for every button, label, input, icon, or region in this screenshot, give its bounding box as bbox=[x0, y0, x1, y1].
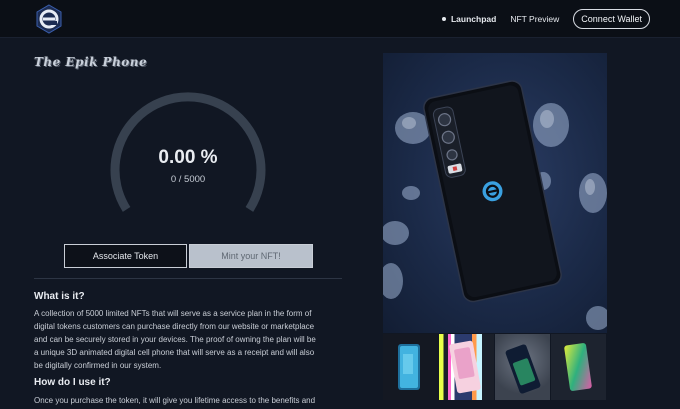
body-line: A collection of 5000 limited NFTs that w… bbox=[34, 309, 312, 318]
nav-launchpad-label: Launchpad bbox=[450, 14, 497, 24]
nav-nft-preview-label: NFT Preview bbox=[510, 14, 560, 24]
thumbnail-3[interactable] bbox=[495, 334, 550, 400]
nav-menu: Launchpad NFT Preview Connect Wallet bbox=[441, 9, 650, 29]
section-heading-what: What is it? bbox=[34, 291, 85, 302]
phone-thumbnail-icon bbox=[505, 344, 541, 394]
nft-thumbnail-strip bbox=[383, 334, 607, 400]
nft-preview-image bbox=[383, 53, 607, 333]
body-line: be digitally confirmed in our system. bbox=[34, 361, 162, 370]
divider bbox=[34, 278, 342, 279]
thumbnail-1[interactable] bbox=[383, 334, 438, 400]
thumbnail-2[interactable] bbox=[439, 334, 494, 400]
phone-thumbnail-icon bbox=[449, 340, 481, 394]
body-line: and can be securely stored in your devic… bbox=[34, 335, 316, 344]
nav-launchpad[interactable]: Launchpad bbox=[441, 14, 497, 24]
nav-nft-preview[interactable]: NFT Preview bbox=[510, 14, 559, 24]
phone-render-illustration bbox=[383, 80, 607, 330]
body-line: digital tokens customers can purchase di… bbox=[34, 322, 315, 331]
section-heading-how: How do I use it? bbox=[34, 377, 111, 388]
section-body-how: Once you purchase the token, it will giv… bbox=[34, 394, 346, 407]
epik-logo-icon[interactable] bbox=[34, 4, 64, 34]
phone-thumbnail-icon bbox=[398, 344, 420, 390]
phone-thumbnail-icon bbox=[564, 343, 592, 391]
active-dot-icon bbox=[441, 17, 446, 21]
thumbnail-4[interactable] bbox=[551, 334, 606, 400]
body-line: a unique 3D animated digital cell phone … bbox=[34, 348, 315, 357]
body-line: Once you purchase the token, it will giv… bbox=[34, 396, 316, 405]
mint-nft-button[interactable]: Mint your NFT! bbox=[189, 244, 313, 268]
associate-token-button[interactable]: Associate Token bbox=[64, 244, 187, 268]
collection-title: The Epik Phone bbox=[34, 55, 148, 69]
top-nav-bar: Launchpad NFT Preview Connect Wallet bbox=[0, 0, 680, 38]
connect-wallet-button[interactable]: Connect Wallet bbox=[573, 9, 650, 29]
mint-percentage: 0.00 % bbox=[158, 147, 218, 168]
section-body-what: A collection of 5000 limited NFTs that w… bbox=[34, 307, 346, 372]
mint-count: 0 / 5000 bbox=[170, 174, 206, 185]
